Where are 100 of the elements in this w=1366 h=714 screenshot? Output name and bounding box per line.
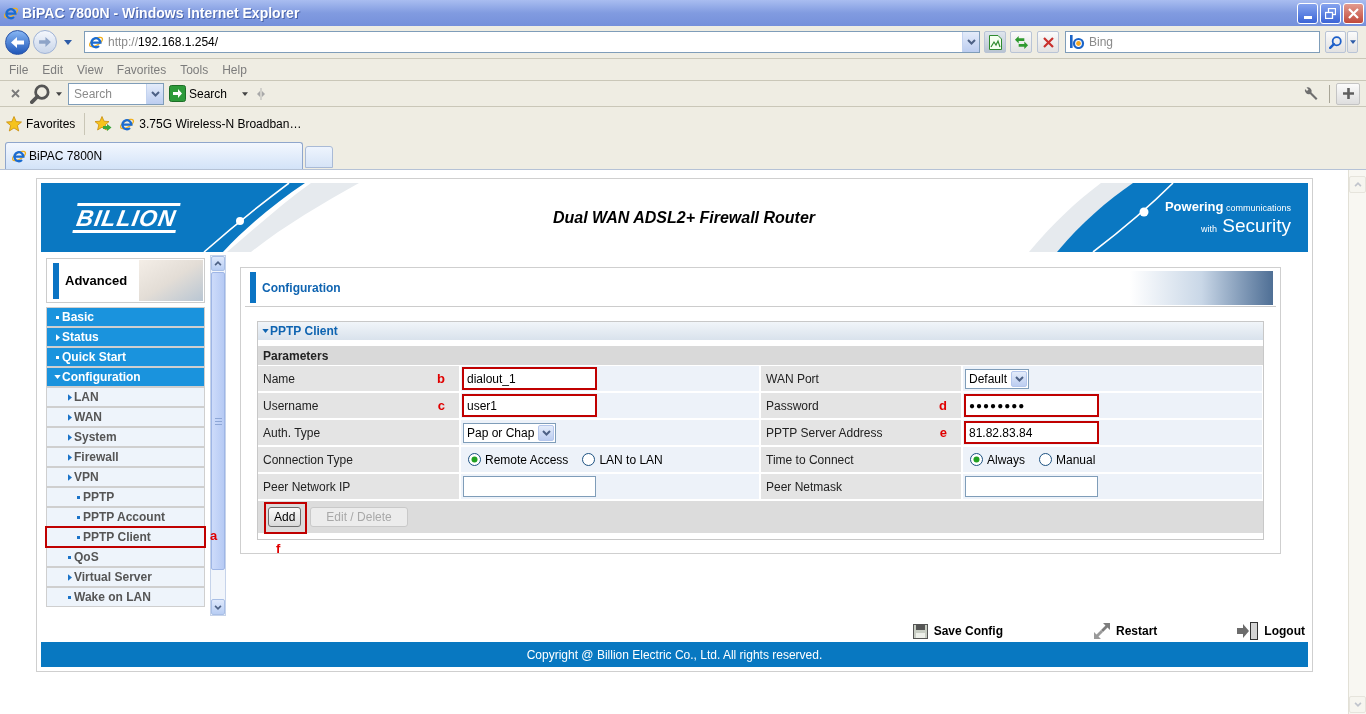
- search-field[interactable]: Search: [68, 82, 164, 105]
- search-options-button[interactable]: [1347, 31, 1358, 53]
- menu-item[interactable]: System: [47, 428, 204, 446]
- browser-tab[interactable]: BiPAC 7800N: [5, 142, 303, 169]
- annotation-letter: a: [210, 527, 218, 545]
- menu-item[interactable]: VPN: [47, 468, 204, 486]
- back-button[interactable]: [5, 29, 30, 55]
- menu-item[interactable]: Edit: [42, 60, 64, 79]
- address-field[interactable]: http://192.168.1.254/: [84, 31, 980, 53]
- menu-item[interactable]: Virtual Server: [47, 568, 204, 586]
- compatibility-view-button[interactable]: [984, 31, 1006, 53]
- chevron-down-icon: [150, 90, 160, 97]
- caret-down-icon: [1349, 40, 1356, 44]
- chevron-down-icon: [1353, 702, 1362, 707]
- radio-button-icon[interactable]: [468, 453, 481, 466]
- text-field[interactable]: [965, 476, 1098, 497]
- field-label: Auth. Type: [263, 424, 321, 442]
- grip-icon: [214, 417, 222, 425]
- search-icon: [30, 83, 50, 104]
- x-icon: [1042, 36, 1054, 48]
- annotation-letter: e: [939, 423, 947, 442]
- highlight-frame: [264, 502, 308, 534]
- menu-item[interactable]: Help: [222, 60, 247, 79]
- menu-item[interactable]: View: [77, 60, 103, 79]
- scroll-up-button[interactable]: [211, 256, 225, 271]
- bullet-icon: [68, 555, 71, 559]
- section-header[interactable]: PPTP Client: [258, 322, 1263, 340]
- chevron-down-icon: [541, 429, 551, 436]
- annotation-letter: b: [437, 369, 445, 388]
- chevron-down-icon: [1014, 375, 1024, 382]
- radio-option[interactable]: Remote Access: [468, 450, 569, 469]
- radio-option[interactable]: LAN to LAN: [582, 450, 663, 469]
- close-button[interactable]: [1343, 2, 1364, 24]
- form-button[interactable]: Add: [268, 507, 302, 527]
- page-icon: [988, 34, 1002, 50]
- menu-item[interactable]: WAN: [47, 408, 204, 426]
- menu-item[interactable]: Favorites: [116, 60, 167, 79]
- scrollbar-thumb[interactable]: [211, 272, 225, 570]
- menu-item[interactable]: Tools: [180, 60, 209, 79]
- menu-item[interactable]: QoS: [47, 548, 204, 566]
- menu-item[interactable]: PPTP: [47, 488, 204, 506]
- stop-button[interactable]: [1037, 31, 1059, 53]
- caret-down-icon: [56, 91, 62, 96]
- caret-down-icon: [63, 39, 72, 45]
- bullet-icon: [77, 495, 80, 499]
- annotation-letter: d: [939, 396, 947, 415]
- menu-item[interactable]: Wake on LAN: [47, 588, 204, 606]
- favorites-button[interactable]: Favorites: [6, 115, 76, 133]
- browser-icon: [88, 34, 104, 50]
- radio-option[interactable]: Manual: [1039, 450, 1096, 469]
- browser-icon: [11, 148, 27, 164]
- close-toolbar-button[interactable]: [9, 87, 21, 100]
- field-label: Username: [263, 397, 319, 415]
- add-to-favorites-button[interactable]: [94, 115, 113, 133]
- action-link[interactable]: Save Config: [912, 622, 1003, 640]
- dropdown-button[interactable]: [146, 83, 163, 104]
- photo-placeholder: [139, 260, 203, 301]
- add-button[interactable]: [1336, 82, 1360, 105]
- refresh-button[interactable]: [1010, 31, 1032, 53]
- door-arrow-icon: [1237, 622, 1259, 640]
- arrow-left-icon: [11, 36, 24, 48]
- close-icon: [10, 89, 20, 98]
- radio-button-icon[interactable]: [970, 453, 983, 466]
- window-title: BiPAC 7800N - Windows Internet Explorer: [22, 3, 300, 23]
- text-field[interactable]: [463, 476, 596, 497]
- scroll-down-button[interactable]: [211, 599, 225, 615]
- radio-button-icon[interactable]: [582, 453, 596, 466]
- arrow-right-icon: [169, 85, 186, 102]
- action-link[interactable]: Restart: [1094, 622, 1158, 640]
- star-arrow-icon: [94, 116, 112, 132]
- arrow-right-icon: [39, 37, 51, 47]
- search-button[interactable]: Search: [169, 84, 228, 103]
- dropdown-button[interactable]: [962, 32, 979, 52]
- restore-button[interactable]: [1320, 2, 1341, 24]
- search-icon: [1329, 35, 1342, 49]
- menu-item[interactable]: PPTP Client: [47, 528, 204, 546]
- radio-option[interactable]: Always: [970, 450, 1025, 469]
- chevron-up-icon: [214, 261, 222, 266]
- dropdown[interactable]: Default: [965, 368, 1030, 389]
- chevron-down-icon: [214, 604, 222, 610]
- close-icon: [1348, 7, 1359, 19]
- favorite-link[interactable]: 3.75G Wireless-N Broadban…: [119, 115, 302, 133]
- search-field[interactable]: Bing: [1065, 31, 1320, 53]
- radio-button-icon[interactable]: [1039, 453, 1052, 466]
- dropdown[interactable]: Pap or Chap: [463, 422, 557, 443]
- field-label: Peer Netmask: [766, 478, 843, 496]
- search-options-button[interactable]: [30, 83, 62, 104]
- caret-down-icon: [242, 91, 249, 96]
- logo: BILLION: [72, 202, 181, 233]
- action-link[interactable]: Logout: [1237, 622, 1305, 640]
- search-button[interactable]: [1325, 31, 1346, 53]
- opposing-arrows-icon: [1013, 34, 1029, 50]
- minimize-button[interactable]: [1297, 2, 1318, 24]
- menu-item[interactable]: LAN: [47, 388, 204, 406]
- tools-button[interactable]: [1302, 84, 1320, 103]
- menu-item[interactable]: File: [9, 60, 29, 79]
- menu-item[interactable]: PPTP Account: [47, 508, 204, 526]
- restore-icon: [1325, 7, 1336, 19]
- bullet-icon: [56, 355, 59, 359]
- menu-item[interactable]: Firewall: [47, 448, 204, 466]
